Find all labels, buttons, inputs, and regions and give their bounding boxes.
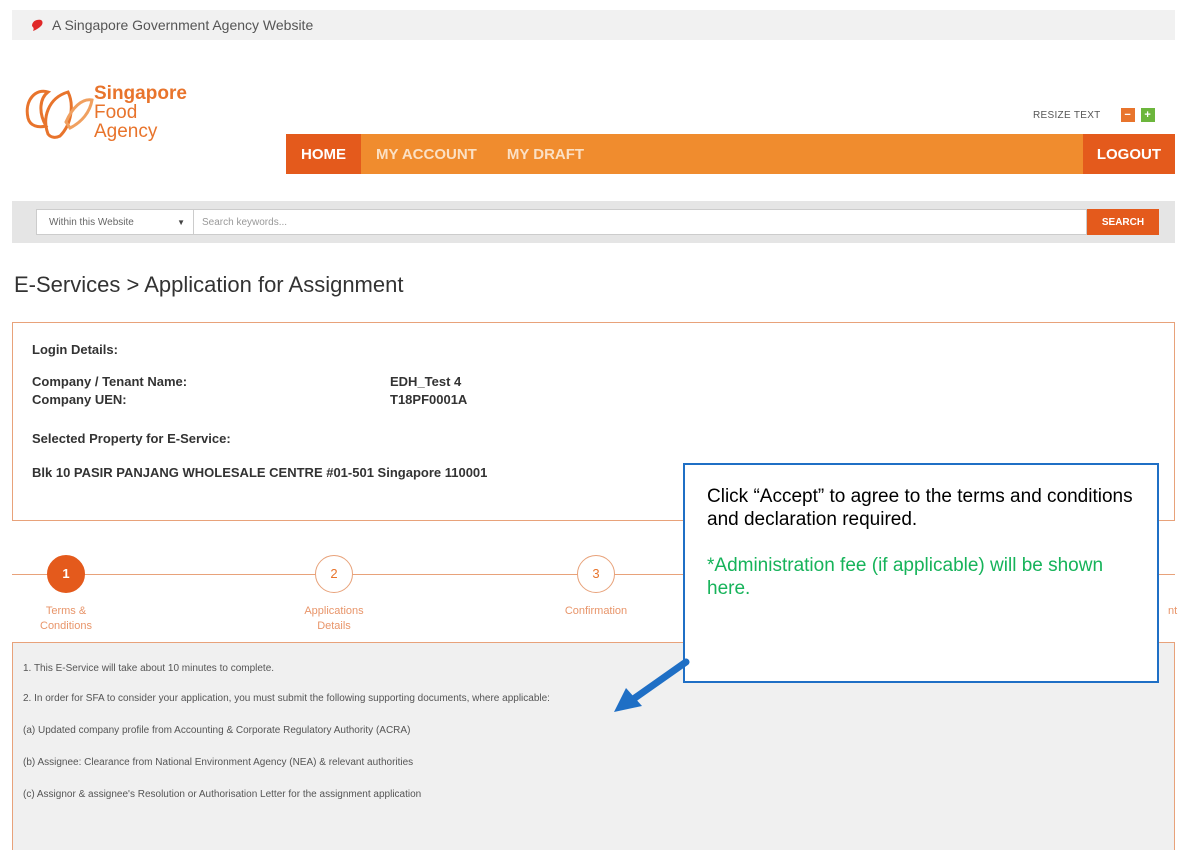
step-2-label: Applications Details — [284, 604, 384, 634]
terms-line-2: 2. In order for SFA to consider your app… — [23, 693, 550, 704]
logo-line-2: Food — [94, 102, 138, 123]
selected-property-heading: Selected Property for E-Service: — [32, 431, 231, 446]
selected-property-value: Blk 10 PASIR PANJANG WHOLESALE CENTRE #0… — [32, 465, 488, 480]
lion-head-icon — [32, 19, 43, 31]
terms-line-3: (a) Updated company profile from Account… — [23, 725, 411, 736]
company-uen-label: Company UEN: — [32, 392, 127, 407]
gov-banner-text: A Singapore Government Agency Website — [52, 17, 314, 33]
increase-text-button[interactable]: + — [1140, 108, 1155, 122]
nav-my-account[interactable]: MY ACCOUNT — [361, 134, 492, 174]
resize-text-control: RESIZE TEXT − + — [1033, 108, 1155, 122]
resize-text-label: RESIZE TEXT — [1033, 109, 1101, 121]
gov-banner: A Singapore Government Agency Website — [12, 10, 1175, 40]
nav-my-draft[interactable]: MY DRAFT — [492, 134, 599, 174]
step-3-label: Confirmation — [546, 604, 646, 619]
logout-button[interactable]: LOGOUT — [1082, 134, 1175, 174]
step-1-label-line1: Terms & — [45, 605, 87, 617]
search-scope-select[interactable]: Within this Website ▼ — [36, 209, 194, 235]
nav-home[interactable]: HOME — [286, 134, 361, 174]
logo-line-1: Singapore — [94, 83, 187, 104]
step-2-label-line1: Applications — [304, 605, 364, 617]
caret-down-icon: ▼ — [177, 218, 185, 227]
main-nav: HOME MY ACCOUNT MY DRAFT LOGOUT — [286, 134, 1175, 174]
step-3-label-line1: Confirmation — [564, 605, 628, 617]
terms-line-5: (c) Assignor & assignee's Resolution or … — [23, 789, 422, 800]
step-4-label-partial: nt — [1168, 605, 1178, 617]
callout-arrow-icon — [614, 658, 690, 712]
company-uen-value: T18PF0001A — [390, 392, 468, 407]
step-1-circle: 1 — [47, 555, 85, 593]
terms-line-4: (b) Assignee: Clearance from National En… — [23, 757, 414, 768]
search-button[interactable]: SEARCH — [1087, 209, 1159, 235]
company-name-label: Company / Tenant Name: — [32, 374, 188, 389]
step-2-label-line2: Details — [317, 620, 351, 632]
decrease-text-button[interactable]: − — [1120, 108, 1135, 122]
login-details-heading: Login Details: — [32, 342, 118, 357]
step-1-label-line2: Conditions — [40, 620, 92, 632]
callout-message: Click “Accept” to agree to the terms and… — [707, 486, 1133, 530]
step-1-label: Terms & Conditions — [16, 604, 116, 634]
search-bar: Within this Website ▼ Search keywords...… — [12, 201, 1175, 243]
logo-line-3: Agency — [94, 121, 158, 142]
company-name-value: EDH_Test 4 — [390, 374, 462, 389]
step-3-circle: 3 — [577, 555, 615, 593]
instruction-callout: Click “Accept” to agree to the terms and… — [683, 463, 1159, 683]
terms-line-1: 1. This E-Service will take about 10 min… — [23, 663, 275, 674]
sfa-logo-text: Singapore Food Agency — [94, 84, 187, 141]
page-title: E-Services > Application for Assignment — [14, 272, 404, 297]
step-2-circle: 2 — [315, 555, 353, 593]
search-scope-value: Within this Website — [49, 216, 134, 228]
search-input[interactable]: Search keywords... — [194, 209, 1087, 235]
callout-fee-note: *Administration fee (if applicable) will… — [707, 555, 1104, 599]
